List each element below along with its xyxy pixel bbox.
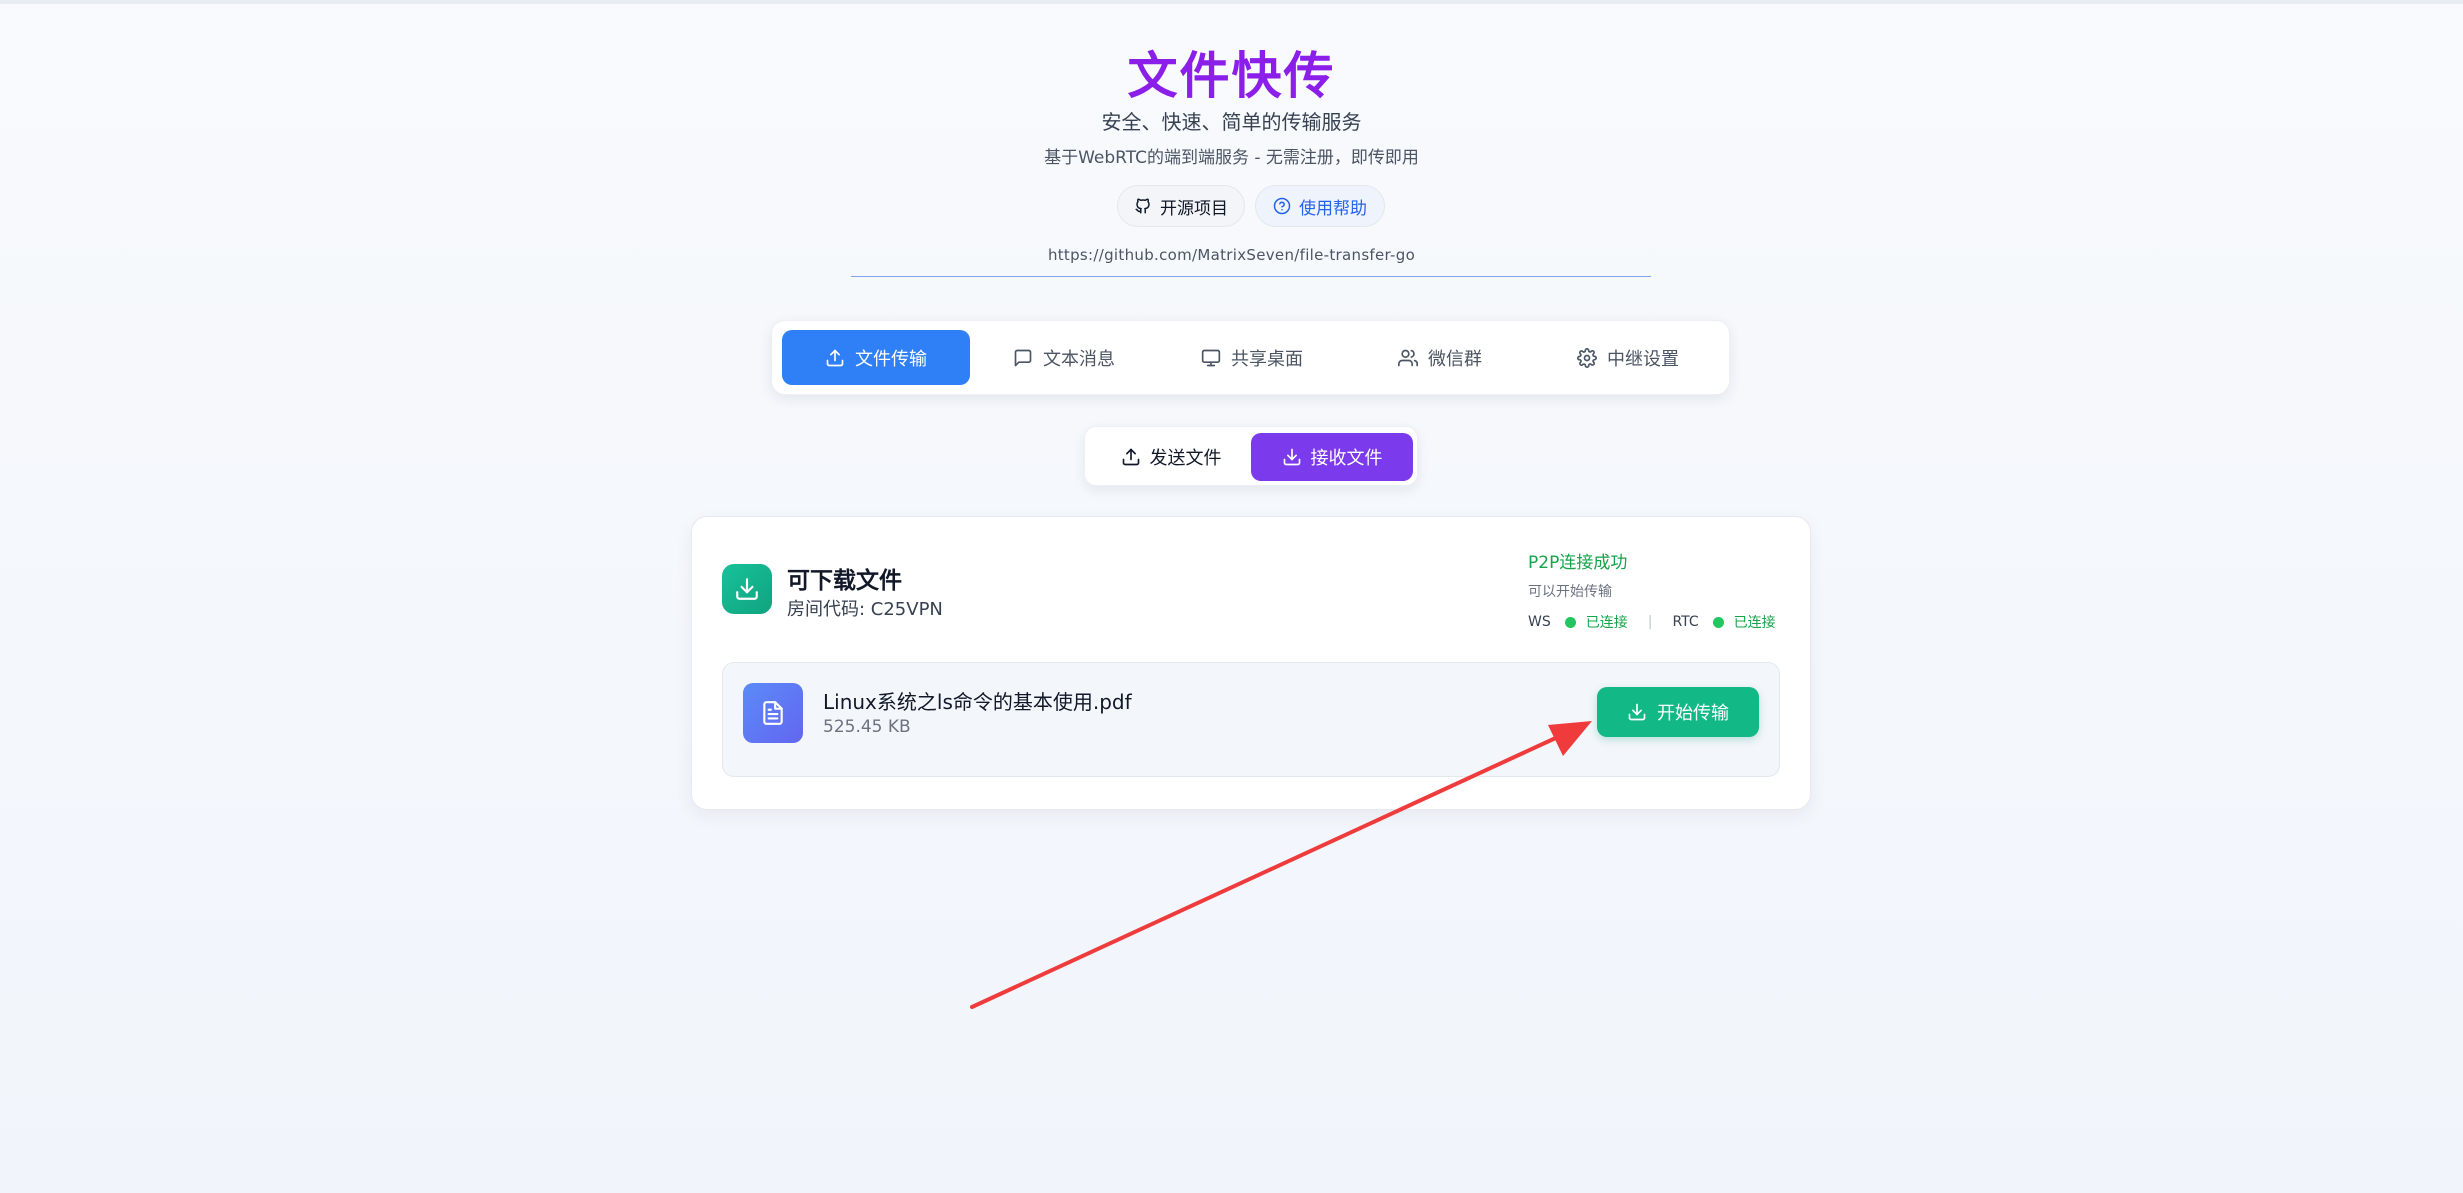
upload-icon	[1121, 447, 1141, 467]
top-border	[0, 0, 2463, 4]
tab-label: 共享桌面	[1231, 348, 1303, 370]
tab-text-message[interactable]: 文本消息	[970, 330, 1158, 385]
tab-share-desktop[interactable]: 共享桌面	[1158, 330, 1346, 385]
ws-state: 已连接	[1585, 615, 1628, 631]
chat-icon	[1013, 348, 1033, 368]
monitor-icon	[1201, 348, 1221, 368]
document-icon	[743, 683, 803, 743]
open-source-label: 开源项目	[1160, 198, 1228, 219]
gear-icon	[1577, 347, 1597, 368]
page-title: 文件快传	[1127, 47, 1336, 105]
send-file-label: 发送文件	[1149, 448, 1222, 469]
tab-label: 文本消息	[1043, 348, 1115, 370]
status-separator: |	[1647, 614, 1653, 630]
users-icon	[1398, 348, 1418, 368]
question-circle-icon	[1273, 197, 1291, 215]
ws-label: WS	[1528, 614, 1551, 630]
rtc-label: RTC	[1672, 614, 1699, 630]
room-code: 房间代码: C25VPN	[787, 599, 943, 620]
start-transfer-button[interactable]: 开始传输	[1597, 687, 1759, 737]
tab-label: 中继设置	[1607, 348, 1679, 370]
rtc-state: 已连接	[1733, 615, 1776, 631]
download-icon	[1282, 447, 1302, 467]
file-size: 525.45 KB	[823, 717, 911, 737]
tab-wechat-group[interactable]: 微信群	[1346, 330, 1534, 385]
tab-file-transfer[interactable]: 文件传输	[782, 330, 970, 385]
card-title: 可下载文件	[787, 568, 902, 594]
tab-relay-settings[interactable]: 中继设置	[1534, 330, 1722, 385]
upload-icon	[825, 348, 845, 368]
p2p-status: P2P连接成功	[1528, 553, 1628, 573]
github-icon	[1134, 197, 1152, 215]
transfer-mode-toggle: 发送文件 接收文件	[1084, 426, 1418, 486]
receive-file-tab[interactable]: 接收文件	[1251, 433, 1413, 481]
send-file-tab[interactable]: 发送文件	[1091, 433, 1251, 481]
url-divider	[851, 276, 1651, 277]
tab-label: 文件传输	[855, 348, 927, 370]
start-transfer-label: 开始传输	[1657, 703, 1729, 724]
main-tab-bar: 文件传输 文本消息 共享桌面 微信群 中继设置	[771, 320, 1730, 395]
page-subtitle: 安全、快速、简单的传输服务	[1101, 110, 1362, 134]
file-name: Linux系统之ls命令的基本使用.pdf	[823, 690, 1132, 714]
tab-label: 微信群	[1428, 348, 1482, 370]
repo-url-link[interactable]: https://github.com/MatrixSeven/file-tran…	[0, 246, 2463, 264]
help-button[interactable]: 使用帮助	[1255, 185, 1385, 227]
page-tagline: 基于WebRTC的端到端服务 - 无需注册，即传即用	[1044, 148, 1419, 168]
open-source-button[interactable]: 开源项目	[1117, 185, 1245, 227]
download-icon	[722, 564, 772, 614]
receive-file-label: 接收文件	[1310, 448, 1383, 469]
status-hint: 可以开始传输	[1528, 584, 1612, 600]
ws-status-dot	[1564, 616, 1576, 628]
download-icon	[1627, 702, 1647, 722]
connection-status-row: WS 已连接 | RTC 已连接	[1528, 611, 1776, 633]
rtc-status-dot	[1712, 616, 1724, 628]
help-label: 使用帮助	[1299, 198, 1367, 219]
